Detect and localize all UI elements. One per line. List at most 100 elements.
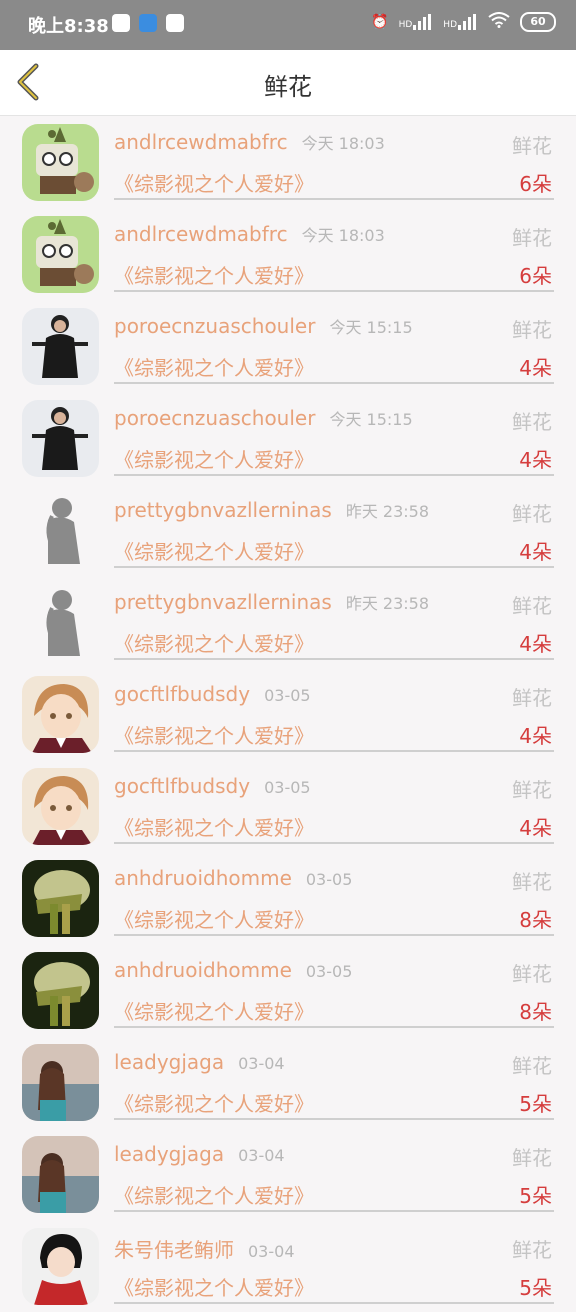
divider [114,1118,554,1120]
username: poroecnzuaschouler 今天 15:15 [114,314,413,338]
flower-count: 5朵 [519,1092,552,1116]
gift-type: 鲜花 [512,1054,552,1078]
avatar[interactable] [22,768,99,845]
book-title[interactable]: 《综影视之个人爱好》 [114,904,314,933]
book-title[interactable]: 《综影视之个人爱好》 [114,352,314,381]
avatar[interactable] [22,308,99,385]
list-item[interactable]: anhdruoidhomme 03-05 鲜花 《综影视之个人爱好》 8朵 [0,944,576,1036]
list-item[interactable]: poroecnzuaschouler 今天 15:15 鲜花 《综影视之个人爱好》 4朵 [0,300,576,392]
avatar[interactable] [22,1228,99,1305]
username-text: andlrcewdmabfrc [114,130,288,154]
book-title[interactable]: 《综影视之个人爱好》 [114,260,314,289]
flower-count: 6朵 [519,172,552,196]
username-text: anhdruoidhomme [114,958,292,982]
avatar[interactable] [22,952,99,1029]
flower-count: 4朵 [519,632,552,656]
book-title[interactable]: 《综影视之个人爱好》 [114,996,314,1025]
avatar[interactable] [22,676,99,753]
username-text: prettygbnvazllerninas [114,498,332,522]
divider [114,934,554,936]
alarm-icon: ⏰ [371,14,389,30]
timestamp: 03-05 [305,870,353,889]
book-title[interactable]: 《综影视之个人爱好》 [114,1180,314,1209]
flower-count: 5朵 [519,1276,552,1300]
timestamp: 03-04 [248,1242,295,1261]
gift-type: 鲜花 [512,870,552,894]
nav-bar: 鲜花 [0,50,576,116]
timestamp: 今天 18:03 [301,226,385,245]
list-item[interactable]: anhdruoidhomme 03-05 鲜花《综影视之个人爱好》 8朵 [0,852,576,944]
list-item[interactable]: leadygjaga 03-04 鲜花《综影视之个人爱好》 5朵 [0,1036,576,1128]
gift-type: 鲜花 [512,594,552,618]
divider [114,566,554,568]
list-item[interactable]: 朱号伟老鲔师 03-04 鲜花 《综影视之个人爱好》 5朵 [0,1220,576,1312]
gift-type: 鲜花 [512,1238,552,1262]
divider [114,290,554,292]
message-icon [166,14,184,32]
timestamp: 03-05 [264,778,311,797]
list-item[interactable]: poroecnzuaschouler 今天 15:15 鲜花 《综影视之个人爱好》 4朵 [0,392,576,484]
gift-type: 鲜花 [512,502,552,526]
avatar[interactable] [22,584,99,661]
list-item[interactable]: prettygbnvazllerninas 昨天 23:58 鲜花《综影视之个人爱好… [0,576,576,668]
book-title[interactable]: 《综影视之个人爱好》 [114,168,314,197]
flower-count: 4朵 [519,356,552,380]
avatar[interactable] [22,1136,99,1213]
avatar[interactable] [22,492,99,569]
book-title[interactable]: 《综影视之个人爱好》 [114,720,314,749]
username-text: prettygbnvazllerninas [114,590,332,614]
timestamp: 03-04 [238,1054,285,1073]
app-notification-icon [112,14,130,32]
signal-icon-2: HD [443,14,478,30]
signal-icon-1: HD [399,14,434,30]
book-title[interactable]: 《综影视之个人爱好》 [114,536,314,565]
avatar[interactable] [22,1044,99,1121]
divider [114,842,554,844]
list-item[interactable]: andlrcewdmabfrc 今天 18:03 鲜花《综影视之个人爱好》 6朵 [0,116,576,208]
divider [114,1026,554,1028]
timestamp: 昨天 23:58 [345,502,430,521]
avatar[interactable] [22,400,99,477]
hd-label-1: HD [398,20,413,30]
list-item[interactable]: gocftlfbudsdy 03-05 鲜花《综影视之个人爱好》 4朵 [0,760,576,852]
username-text: anhdruoidhomme [114,866,292,890]
username: andlrcewdmabfrc 今天 18:03 [114,130,385,154]
username: leadygjaga 03-04 [114,1142,285,1166]
list-item[interactable]: andlrcewdmabfrc 今天 18:03 鲜花 《综影视之个人爱好》 6朵 [0,208,576,300]
flower-count: 4朵 [519,816,552,840]
divider [114,658,554,660]
username-text: leadygjaga [114,1050,225,1074]
flower-count: 8朵 [519,908,552,932]
gift-type: 鲜花 [512,226,552,250]
avatar[interactable] [22,124,99,201]
wifi-icon [488,12,510,32]
username-text: gocftlfbudsdy [114,774,251,798]
list-item[interactable]: gocftlfbudsdy 03-05 鲜花 《综影视之个人爱好》 4朵 [0,668,576,760]
book-title[interactable]: 《综影视之个人爱好》 [114,1088,314,1117]
username: gocftlfbudsdy 03-05 [114,774,311,798]
alipay-icon [139,14,157,32]
divider [114,1302,554,1304]
avatar[interactable] [22,860,99,937]
book-title[interactable]: 《综影视之个人爱好》 [114,812,314,841]
timestamp: 今天 15:15 [329,410,413,429]
hd-label-2: HD [443,20,457,30]
gift-type: 鲜花 [512,134,552,158]
list-item[interactable]: prettygbnvazllerninas 昨天 23:58 鲜花《综影视之个人爱好… [0,484,576,576]
flower-count: 6朵 [519,264,552,288]
gift-type: 鲜花 [512,1146,552,1170]
username: gocftlfbudsdy 03-05 [114,682,311,706]
flower-count: 4朵 [519,724,552,748]
gift-type: 鲜花 [512,410,552,434]
book-title[interactable]: 《综影视之个人爱好》 [114,444,314,473]
book-title[interactable]: 《综影视之个人爱好》 [114,628,314,657]
book-title[interactable]: 《综影视之个人爱好》 [114,1272,314,1301]
list-item[interactable]: leadygjaga 03-04 鲜花 《综影视之个人爱好》 5朵 [0,1128,576,1220]
flower-count: 4朵 [519,448,552,472]
avatar[interactable] [22,216,99,293]
username: leadygjaga 03-04 [114,1050,285,1074]
username-text: poroecnzuaschouler [114,314,316,338]
gift-type: 鲜花 [512,778,552,802]
timestamp: 昨天 23:58 [345,594,430,613]
username: prettygbnvazllerninas 昨天 23:58 [114,498,429,522]
